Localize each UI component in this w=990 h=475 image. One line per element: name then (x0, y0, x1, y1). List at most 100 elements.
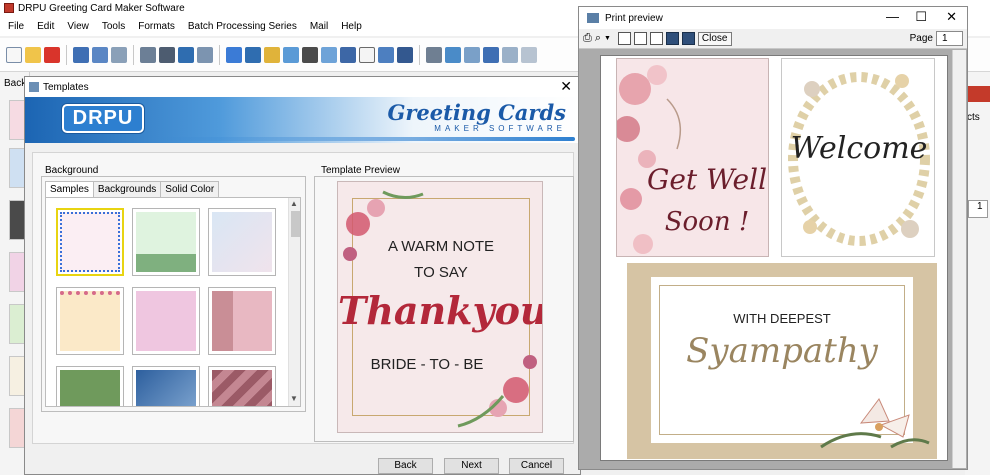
next-button[interactable]: Next (444, 458, 499, 474)
preview-close-button[interactable]: Close (697, 31, 732, 46)
back-button[interactable]: Back (378, 458, 433, 474)
signature-icon[interactable] (340, 46, 356, 63)
samples-list: ▲ ▼ (45, 197, 301, 407)
menu-help[interactable]: Help (341, 21, 362, 32)
tab-samples[interactable]: Samples (45, 181, 94, 197)
sidebar-thumbnail[interactable] (9, 200, 25, 240)
sample-thumbnail[interactable] (56, 287, 124, 355)
save-icon[interactable] (73, 46, 89, 63)
app-title: DRPU Greeting Card Maker Software (18, 2, 185, 14)
sample-thumbnail[interactable] (56, 208, 124, 276)
export-icon[interactable] (111, 46, 127, 63)
symbol-icon[interactable] (359, 46, 375, 63)
open-folder-icon[interactable] (25, 46, 41, 63)
templates-title-bar: Templates ✕ (25, 77, 580, 97)
sympathy-line1: WITH DEEPEST (733, 311, 831, 326)
menu-file[interactable]: File (8, 21, 24, 32)
templates-window-icon (29, 82, 39, 92)
zoom-icon[interactable]: ⌕ (595, 32, 601, 45)
sidebar-thumbnail[interactable] (9, 408, 25, 448)
sample-thumbnail[interactable] (208, 208, 276, 276)
sample-image (60, 291, 120, 351)
right-panel-spinner[interactable]: 1 (968, 200, 988, 218)
sample-thumbnail[interactable] (208, 287, 276, 355)
welcome-card: Welcome (781, 58, 935, 257)
print-preview-title: Print preview (605, 12, 663, 24)
six-pages-icon[interactable] (681, 32, 695, 45)
scroll-up-icon[interactable]: ▲ (290, 199, 298, 208)
shape-tool-icon[interactable] (283, 46, 299, 63)
preview-line-bride: BRIDE - TO - BE (370, 356, 484, 373)
minimize-icon[interactable]: — (886, 10, 899, 23)
preview-page: Get Well Soon ! Welcome WITH DEEPEST Sya… (600, 55, 948, 461)
line-tool-icon[interactable] (397, 46, 413, 63)
brand-main-text: Greeting Cards (387, 100, 566, 125)
right-panel-close-tab[interactable] (965, 86, 990, 102)
templates-close-button[interactable]: ✕ (560, 79, 572, 93)
print-setup-icon[interactable] (140, 46, 156, 63)
sidebar-thumbnail[interactable] (9, 304, 25, 344)
toolbar-separator (219, 44, 220, 65)
brand-sub-text: MAKER SOFTWARE (434, 124, 566, 133)
sidebar-thumbnail[interactable] (9, 148, 25, 188)
one-page-icon[interactable] (617, 32, 631, 45)
align-icon[interactable] (502, 46, 518, 63)
app-logo-icon (4, 3, 14, 13)
sample-image (136, 212, 196, 272)
menu-mail[interactable]: Mail (310, 21, 328, 32)
close-icon[interactable]: ✕ (946, 10, 957, 23)
menu-formats[interactable]: Formats (138, 21, 175, 32)
right-background-panel: cts 1 (965, 72, 990, 475)
text-tool-icon[interactable] (226, 46, 242, 63)
sample-image (60, 370, 120, 406)
layers-icon[interactable] (483, 46, 499, 63)
barcode-icon[interactable] (302, 46, 318, 63)
copy-icon[interactable] (178, 46, 194, 63)
menu-view[interactable]: View (67, 21, 89, 32)
page-label: Page (909, 33, 933, 44)
pen-tool-icon[interactable] (245, 46, 261, 63)
samples-scrollbar[interactable]: ▲ ▼ (288, 198, 300, 406)
send-icon[interactable] (445, 46, 461, 63)
toolbar-separator (66, 44, 67, 65)
sidebar-thumbnail[interactable] (9, 356, 25, 396)
scrollbar-thumb[interactable] (291, 211, 300, 237)
tab-backgrounds[interactable]: Backgrounds (92, 181, 162, 197)
sample-thumbnail[interactable] (132, 208, 200, 276)
maximize-icon[interactable]: ☐ (915, 10, 927, 23)
cancel-button[interactable]: Cancel (509, 458, 564, 474)
three-pages-icon[interactable] (649, 32, 663, 45)
four-pages-icon[interactable] (665, 32, 679, 45)
sample-thumbnail[interactable] (132, 366, 200, 406)
get-well-line1: Get Well (646, 163, 768, 196)
zoom-dropdown-chevron-icon[interactable]: ▼ (604, 35, 611, 42)
sidebar-thumbnail[interactable] (9, 252, 25, 292)
menu-batch-processing[interactable]: Batch Processing Series (188, 21, 297, 32)
sample-image (136, 370, 196, 406)
email-icon[interactable] (378, 46, 394, 63)
new-file-icon[interactable] (6, 46, 22, 63)
scroll-down-icon[interactable]: ▼ (290, 394, 298, 403)
database-icon[interactable] (426, 46, 442, 63)
paste-icon[interactable] (197, 46, 213, 63)
wordart-icon[interactable] (321, 46, 337, 63)
get-well-card: Get Well Soon ! (616, 58, 769, 257)
image-tool-icon[interactable] (264, 46, 280, 63)
print-preview-scrollbar[interactable] (952, 50, 966, 468)
sample-thumbnail[interactable] (132, 287, 200, 355)
sample-thumbnail[interactable] (208, 366, 276, 406)
print-icon[interactable]: ⎙ (583, 32, 592, 45)
page-number-spinner[interactable]: 1 (936, 31, 963, 46)
menu-edit[interactable]: Edit (37, 21, 54, 32)
print-icon[interactable] (159, 46, 175, 63)
settings-icon[interactable] (521, 46, 537, 63)
sidebar-thumbnail[interactable] (9, 100, 25, 140)
sample-thumbnail[interactable] (56, 366, 124, 406)
two-pages-icon[interactable] (633, 32, 647, 45)
share-icon[interactable] (464, 46, 480, 63)
close-file-icon[interactable] (44, 46, 60, 63)
save-as-icon[interactable] (92, 46, 108, 63)
menu-tools[interactable]: Tools (102, 21, 125, 32)
tab-solid-color[interactable]: Solid Color (160, 181, 220, 197)
sympathy-line2: Syampathy (686, 331, 878, 371)
